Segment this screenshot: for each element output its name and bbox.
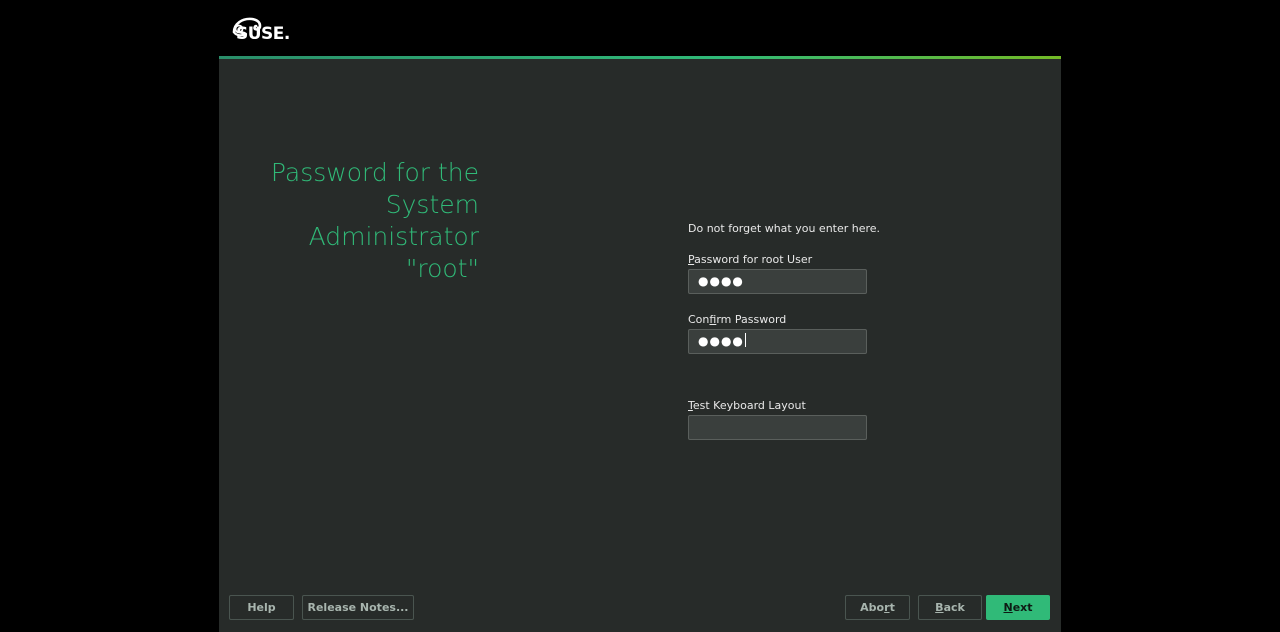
- help-button[interactable]: Help: [229, 595, 294, 620]
- release-notes-button[interactable]: Release Notes...: [302, 595, 414, 620]
- content-panel: [219, 59, 1061, 632]
- suse-wordmark: SUSE.: [236, 24, 290, 44]
- back-button[interactable]: Back: [918, 595, 982, 620]
- confirm-password-label: Confirm Password: [688, 313, 787, 326]
- abort-button[interactable]: Abort: [845, 595, 910, 620]
- confirm-password-input[interactable]: ●●●●: [688, 329, 867, 354]
- test-keyboard-input[interactable]: [688, 415, 867, 440]
- password-hint: Do not forget what you enter here.: [688, 222, 881, 235]
- text-caret: [744, 333, 746, 347]
- next-button[interactable]: Next: [986, 595, 1050, 620]
- test-keyboard-label: Test Keyboard Layout: [688, 399, 806, 412]
- root-password-label: Password for root User: [688, 253, 813, 266]
- root-password-input[interactable]: ●●●●: [688, 269, 867, 294]
- page-title: Password for the System Administrator "r…: [270, 158, 479, 283]
- installer-screen: SUSE. Password for the System Administra…: [0, 0, 1280, 632]
